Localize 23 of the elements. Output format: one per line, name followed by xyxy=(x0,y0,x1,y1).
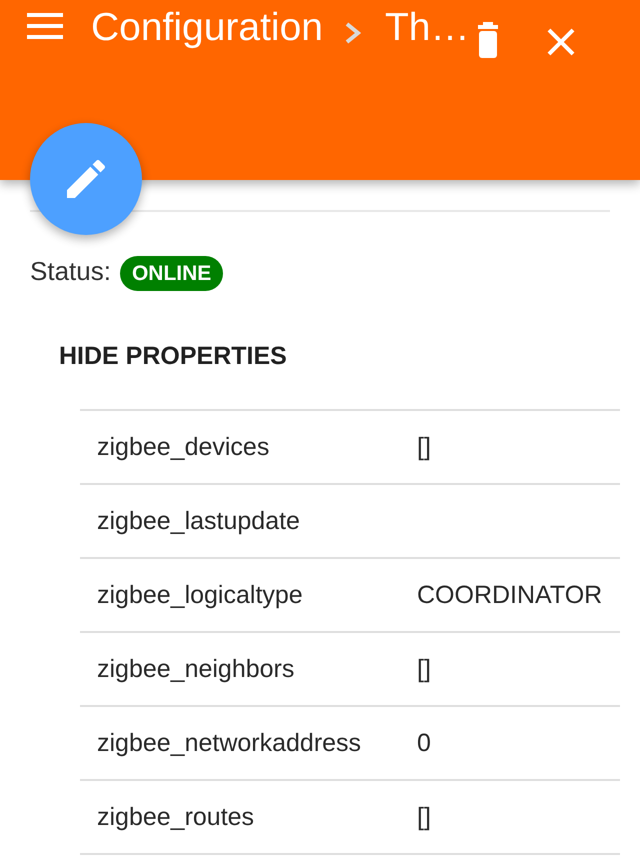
menu-icon xyxy=(27,13,63,39)
chevron-right-icon xyxy=(344,22,361,44)
pencil-icon xyxy=(67,160,105,198)
trash-icon xyxy=(478,22,498,58)
property-name: zigbee_devices xyxy=(96,432,270,462)
close-button[interactable] xyxy=(547,28,575,56)
close-icon xyxy=(547,28,575,56)
property-value: [] xyxy=(417,654,431,684)
status-badge: ONLINE xyxy=(120,256,224,291)
status-label: Status: xyxy=(30,258,111,284)
property-value: [] xyxy=(417,432,431,462)
property-name: zigbee_lastupdate xyxy=(96,506,300,536)
property-value: 0 xyxy=(417,728,431,758)
hide-properties-button[interactable]: HIDE PROPERTIES xyxy=(59,336,287,377)
property-name: zigbee_neighbors xyxy=(96,654,294,684)
property-value: [] xyxy=(417,802,431,832)
property-name: zigbee_networkaddress xyxy=(96,728,362,758)
property-value: COORDINATOR xyxy=(417,580,602,610)
page-title: Th… xyxy=(384,8,470,47)
delete-button[interactable] xyxy=(478,22,498,58)
property-name: zigbee_logicaltype xyxy=(96,580,303,610)
menu-button[interactable] xyxy=(27,13,63,39)
property-name: zigbee_routes xyxy=(96,802,254,832)
